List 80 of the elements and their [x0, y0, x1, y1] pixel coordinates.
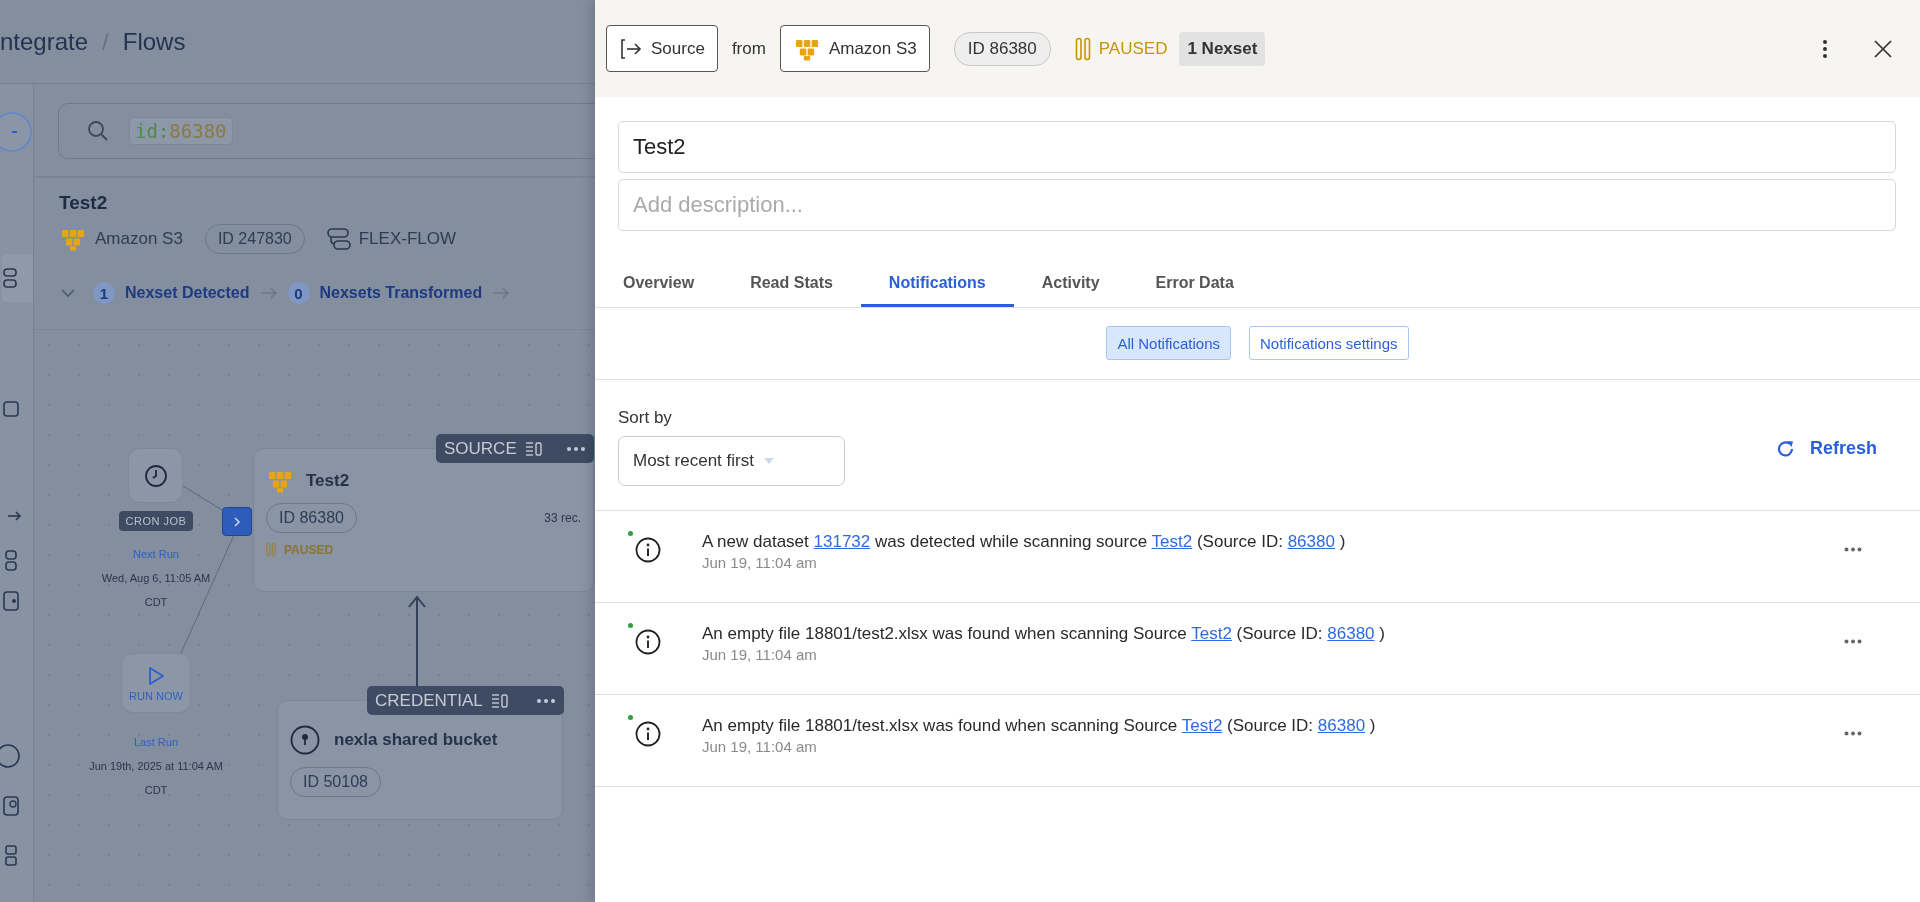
- refresh-button[interactable]: Refresh: [1769, 437, 1883, 460]
- flow-type-label: FLEX-FLOW: [358, 229, 457, 249]
- connector-line: [182, 485, 223, 511]
- notification-message: An empty file 18801/test.xlsx was found when scanning Source Test2 (Source ID: 86380 ): [702, 715, 1376, 737]
- notification-message: An empty file 18801/test2.xlsx was found when scanning Source Test2 (Source ID: 86380 ): [702, 623, 1385, 645]
- record-count: 33 rec.: [544, 511, 581, 525]
- name-field[interactable]: Test2: [618, 121, 1896, 173]
- tab[interactable]: Overview: [595, 261, 723, 307]
- tab[interactable]: Error Data: [1127, 261, 1262, 307]
- arrow-right-icon: [259, 286, 278, 300]
- nexset-count-badge: 1 Nexset: [1179, 31, 1266, 66]
- cron-job-label: CRON JOB: [118, 511, 194, 531]
- stage-label[interactable]: Nexsets Transformed: [319, 284, 483, 302]
- last-run-time: Jun 19th, 2025 at 11:04 AM CDT: [88, 759, 224, 798]
- node-title: nexla shared bucket: [334, 730, 498, 750]
- breadcrumb-link[interactable]: Flows: [122, 27, 186, 56]
- connector-name: Amazon S3: [95, 229, 183, 249]
- info-icon: [635, 537, 661, 563]
- link[interactable]: Test2: [1181, 716, 1223, 735]
- sort-label: Sort by: [618, 408, 673, 428]
- link[interactable]: Test2: [1151, 532, 1193, 551]
- clock-icon: [143, 463, 168, 488]
- notification-time: Jun 19, 11:04 am: [702, 646, 818, 663]
- more-icon: [1844, 731, 1862, 736]
- info-icon: [635, 721, 661, 747]
- clock-button[interactable]: [128, 448, 183, 503]
- arrow-right-icon: [492, 286, 511, 300]
- count-badge: 0: [287, 282, 310, 304]
- last-run-label: Last Run: [133, 735, 179, 750]
- columns-icon[interactable]: [524, 440, 543, 457]
- node-title: Test2: [306, 471, 350, 491]
- flow-title: Test2: [59, 192, 109, 214]
- close-icon: [1874, 39, 1892, 58]
- filter-button[interactable]: Notifications settings: [1249, 326, 1409, 360]
- id-badge: ID 86380: [953, 31, 1051, 66]
- kebab-icon: [1822, 38, 1828, 59]
- from-label: from: [731, 38, 766, 59]
- link[interactable]: 131732: [813, 532, 871, 551]
- breadcrumb-link[interactable]: ntegrate: [0, 27, 89, 56]
- notification-time: Jun 19, 11:04 am: [702, 554, 818, 571]
- link[interactable]: Test2: [1191, 624, 1232, 643]
- info-icon: [635, 629, 661, 655]
- columns-icon[interactable]: [490, 692, 509, 709]
- cubes-icon: [59, 227, 87, 251]
- source-type-button[interactable]: Source: [606, 25, 718, 72]
- more-icon[interactable]: [536, 697, 556, 704]
- breadcrumb-separator: /: [102, 27, 109, 56]
- next-run-time: Wed, Aug 6, 11:05 AM CDT: [100, 571, 212, 610]
- caret-down-icon: [763, 458, 774, 464]
- tab[interactable]: Activity: [1013, 261, 1128, 307]
- key-icon: [290, 725, 320, 755]
- notification-time: Jun 19, 11:04 am: [702, 738, 818, 755]
- flow-type-icon: [326, 228, 351, 250]
- pause-icon: [266, 542, 276, 557]
- chevron-down-icon[interactable]: [59, 287, 77, 299]
- chevron-right-icon: [232, 515, 242, 528]
- notification-message: A new dataset 131732 was detected while scanning source Test2 (Source ID: 86380 ): [702, 531, 1346, 553]
- sort-dropdown[interactable]: Most recent first: [618, 436, 845, 486]
- link[interactable]: 86380: [1317, 716, 1366, 735]
- link[interactable]: 86380: [1327, 624, 1375, 643]
- expand-button[interactable]: [222, 507, 252, 536]
- flows-nav-icon[interactable]: [0, 254, 33, 302]
- more-icon: [1844, 547, 1862, 552]
- cubes-icon: [266, 469, 294, 493]
- link[interactable]: 86380: [1287, 532, 1335, 551]
- pause-icon: [1074, 36, 1091, 61]
- more-icon: [1844, 639, 1862, 644]
- status-label: PAUSED: [284, 542, 334, 557]
- next-run-label: Next Run: [132, 547, 180, 562]
- tab[interactable]: Read Stats: [722, 261, 861, 307]
- description-field[interactable]: Add description...: [618, 179, 1896, 231]
- more-icon[interactable]: [566, 445, 586, 452]
- search-icon: [87, 120, 109, 142]
- tab[interactable]: Notifications: [860, 261, 1014, 307]
- refresh-icon: [1775, 438, 1796, 459]
- connector-button[interactable]: Amazon S3: [779, 25, 930, 72]
- count-badge: 1: [93, 282, 115, 304]
- status-label: PAUSED: [1098, 38, 1168, 59]
- filter-button[interactable]: All Notifications: [1106, 326, 1231, 360]
- stage-label[interactable]: Nexset Detected: [125, 284, 250, 302]
